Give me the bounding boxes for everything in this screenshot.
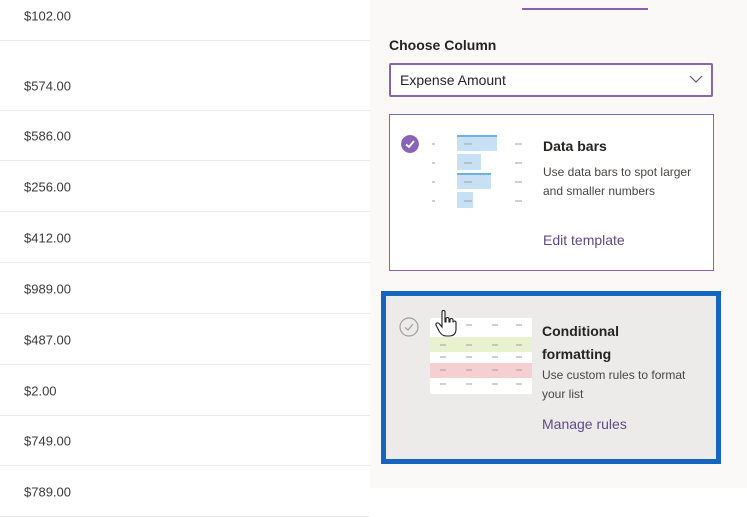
- amount-cell: $749.00: [24, 433, 71, 448]
- template-description: Use data bars to spot larger and smaller…: [543, 165, 692, 198]
- amount-cell: $574.00: [24, 78, 71, 93]
- list-row[interactable]: $749.00: [0, 416, 370, 466]
- template-title: Conditional formatting: [542, 323, 619, 362]
- column-select-value: Expense Amount: [400, 72, 506, 88]
- hand-pointer-cursor-icon: [435, 310, 457, 337]
- data-bars-preview: [430, 135, 533, 213]
- choose-column-label: Choose Column: [389, 37, 497, 53]
- active-tab-indicator: [522, 8, 648, 10]
- list-row[interactable]: $102.00: [0, 0, 370, 41]
- amount-cell: $2.00: [24, 383, 57, 398]
- amount-cell: $487.00: [24, 332, 71, 347]
- manage-rules-link[interactable]: Manage rules: [542, 416, 627, 432]
- chevron-down-icon: [689, 75, 703, 83]
- template-card-data-bars[interactable]: Data bars Use data bars to spot larger a…: [389, 114, 714, 271]
- list-row[interactable]: $412.00: [0, 213, 370, 263]
- amount-cell: $789.00: [24, 484, 71, 499]
- amount-cell: $412.00: [24, 230, 71, 245]
- format-column-panel: Choose Column Expense Amount Data bars U…: [370, 0, 747, 488]
- amount-cell: $586.00: [24, 128, 71, 143]
- checkmark-circle-icon: [401, 135, 419, 153]
- amount-cell: $989.00: [24, 281, 71, 296]
- template-title: Data bars: [543, 138, 607, 154]
- list-row[interactable]: $989.00: [0, 264, 370, 314]
- amount-cell: $102.00: [24, 8, 71, 23]
- list-row[interactable]: $256.00: [0, 162, 370, 212]
- list-row[interactable]: $586.00: [0, 111, 370, 161]
- list-row[interactable]: $574.00: [0, 61, 370, 111]
- list-row[interactable]: $2.00: [0, 366, 370, 416]
- template-description: Use custom rules to format your list: [542, 368, 686, 401]
- list-row[interactable]: $789.00: [0, 467, 370, 517]
- column-select[interactable]: Expense Amount: [389, 63, 713, 97]
- edit-template-link[interactable]: Edit template: [543, 232, 625, 248]
- expense-list: $102.00 $574.00 $586.00 $256.00 $412.00 …: [0, 0, 370, 517]
- checkmark-circle-icon: [399, 317, 419, 337]
- list-row[interactable]: $487.00: [0, 315, 370, 365]
- amount-cell: $256.00: [24, 179, 71, 194]
- template-card-conditional-formatting[interactable]: Conditional formatting Use custom rules …: [381, 291, 721, 464]
